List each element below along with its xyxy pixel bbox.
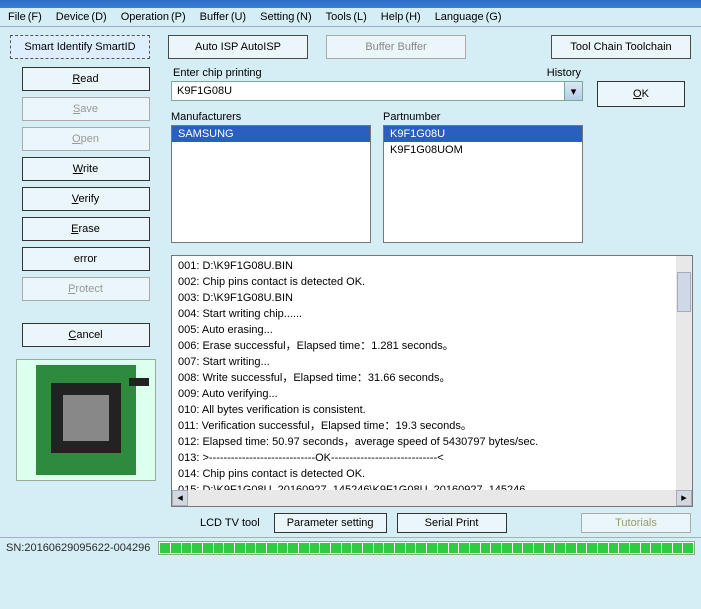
chip-icon — [129, 378, 149, 386]
erase-button[interactable]: Erase — [22, 217, 150, 241]
log-line: 011: Verification successful，Elapsed tim… — [178, 418, 686, 434]
chevron-down-icon: ▾ — [571, 85, 577, 98]
log-line: 009: Auto verifying... — [178, 386, 686, 402]
buffer-button[interactable]: Buffer Buffer — [326, 35, 466, 59]
ok-button[interactable]: OK — [597, 81, 685, 107]
title-bar — [0, 0, 701, 8]
serial-print-button[interactable]: Serial Print — [397, 513, 507, 533]
menu-device[interactable]: Device(D) — [56, 11, 107, 23]
error-button[interactable]: error — [22, 247, 150, 271]
menu-language[interactable]: Language(G) — [435, 11, 502, 23]
history-dropdown-button[interactable]: ▾ — [565, 81, 583, 101]
manufacturers-label: Manufacturers — [171, 111, 371, 125]
menu-buffer[interactable]: Buffer(U) — [200, 11, 246, 23]
partnumber-list[interactable]: K9F1G08U K9F1G08UOM — [383, 125, 583, 243]
bottom-toolbar: LCD TV tool Parameter setting Serial Pri… — [0, 507, 701, 537]
action-panel: Read Save Open Write Verify Erase error … — [8, 67, 163, 507]
smart-identify-button[interactable]: Smart Identify SmartID — [10, 35, 150, 59]
status-bar: SN:20160629095622-004296 — [0, 537, 701, 557]
list-item[interactable]: K9F1G08UOM — [384, 142, 582, 158]
protect-button: Protect — [22, 277, 150, 301]
log-line: 013: >-----------------------------OK---… — [178, 450, 686, 466]
log-line: 012: Elapsed time: 50.97 seconds，average… — [178, 434, 686, 450]
verify-button[interactable]: Verify — [22, 187, 150, 211]
parameter-setting-button[interactable]: Parameter setting — [274, 513, 387, 533]
open-button: Open — [22, 127, 150, 151]
auto-isp-button[interactable]: Auto ISP AutoISP — [168, 35, 308, 59]
cancel-button[interactable]: Cancel — [22, 323, 150, 347]
scroll-left-icon[interactable]: ◂ — [172, 490, 188, 506]
log-line: 007: Start writing... — [178, 354, 686, 370]
menu-tools[interactable]: Tools(L) — [326, 11, 367, 23]
progress-bar — [158, 541, 695, 555]
list-item[interactable]: SAMSUNG — [172, 126, 370, 142]
read-button[interactable]: Read — [22, 67, 150, 91]
scroll-right-icon[interactable]: ▸ — [676, 490, 692, 506]
chip-input[interactable] — [171, 81, 565, 101]
menu-setting[interactable]: Setting(N) — [260, 11, 312, 23]
partnumber-label: Partnumber — [383, 111, 583, 125]
tutorials-button: Tutorials — [581, 513, 691, 533]
log-panel: 001: D:\K9F1G08U.BIN002: Chip pins conta… — [171, 255, 693, 507]
log-line: 010: All bytes verification is consisten… — [178, 402, 686, 418]
save-button: Save — [22, 97, 150, 121]
log-line: 008: Write successful，Elapsed time：31.66… — [178, 370, 686, 386]
history-label: History — [547, 67, 581, 79]
log-line: 001: D:\K9F1G08U.BIN — [178, 258, 686, 274]
menu-operation[interactable]: Operation(P) — [121, 11, 186, 23]
serial-number: SN:20160629095622-004296 — [6, 542, 150, 554]
enter-chip-label: Enter chip printing — [173, 67, 262, 79]
log-line: 005: Auto erasing... — [178, 322, 686, 338]
menu-bar: File(F) Device(D) Operation(P) Buffer(U)… — [0, 8, 701, 27]
log-line: 002: Chip pins contact is detected OK. — [178, 274, 686, 290]
log-line: 014: Chip pins contact is detected OK. — [178, 466, 686, 482]
log-line: 006: Erase successful，Elapsed time：1.281… — [178, 338, 686, 354]
vertical-scrollbar[interactable] — [676, 256, 692, 490]
log-line: 003: D:\K9F1G08U.BIN — [178, 290, 686, 306]
write-button[interactable]: Write — [22, 157, 150, 181]
horizontal-scrollbar[interactable]: ◂ ▸ — [172, 490, 692, 506]
lcd-tv-tool-label: LCD TV tool — [200, 517, 264, 529]
log-line: 004: Start writing chip...... — [178, 306, 686, 322]
device-photo — [16, 359, 156, 481]
menu-help[interactable]: Help(H) — [381, 11, 421, 23]
menu-file[interactable]: File(F) — [8, 11, 42, 23]
manufacturers-list[interactable]: SAMSUNG — [171, 125, 371, 243]
log-body[interactable]: 001: D:\K9F1G08U.BIN002: Chip pins conta… — [172, 256, 692, 490]
list-item[interactable]: K9F1G08U — [384, 126, 582, 142]
tool-chain-button[interactable]: Tool Chain Toolchain — [551, 35, 691, 59]
log-line: 015: D:\K9F1G08U_20160927_145246\K9F1G08… — [178, 482, 686, 490]
toolbar: Smart Identify SmartID Auto ISP AutoISP … — [0, 27, 701, 63]
